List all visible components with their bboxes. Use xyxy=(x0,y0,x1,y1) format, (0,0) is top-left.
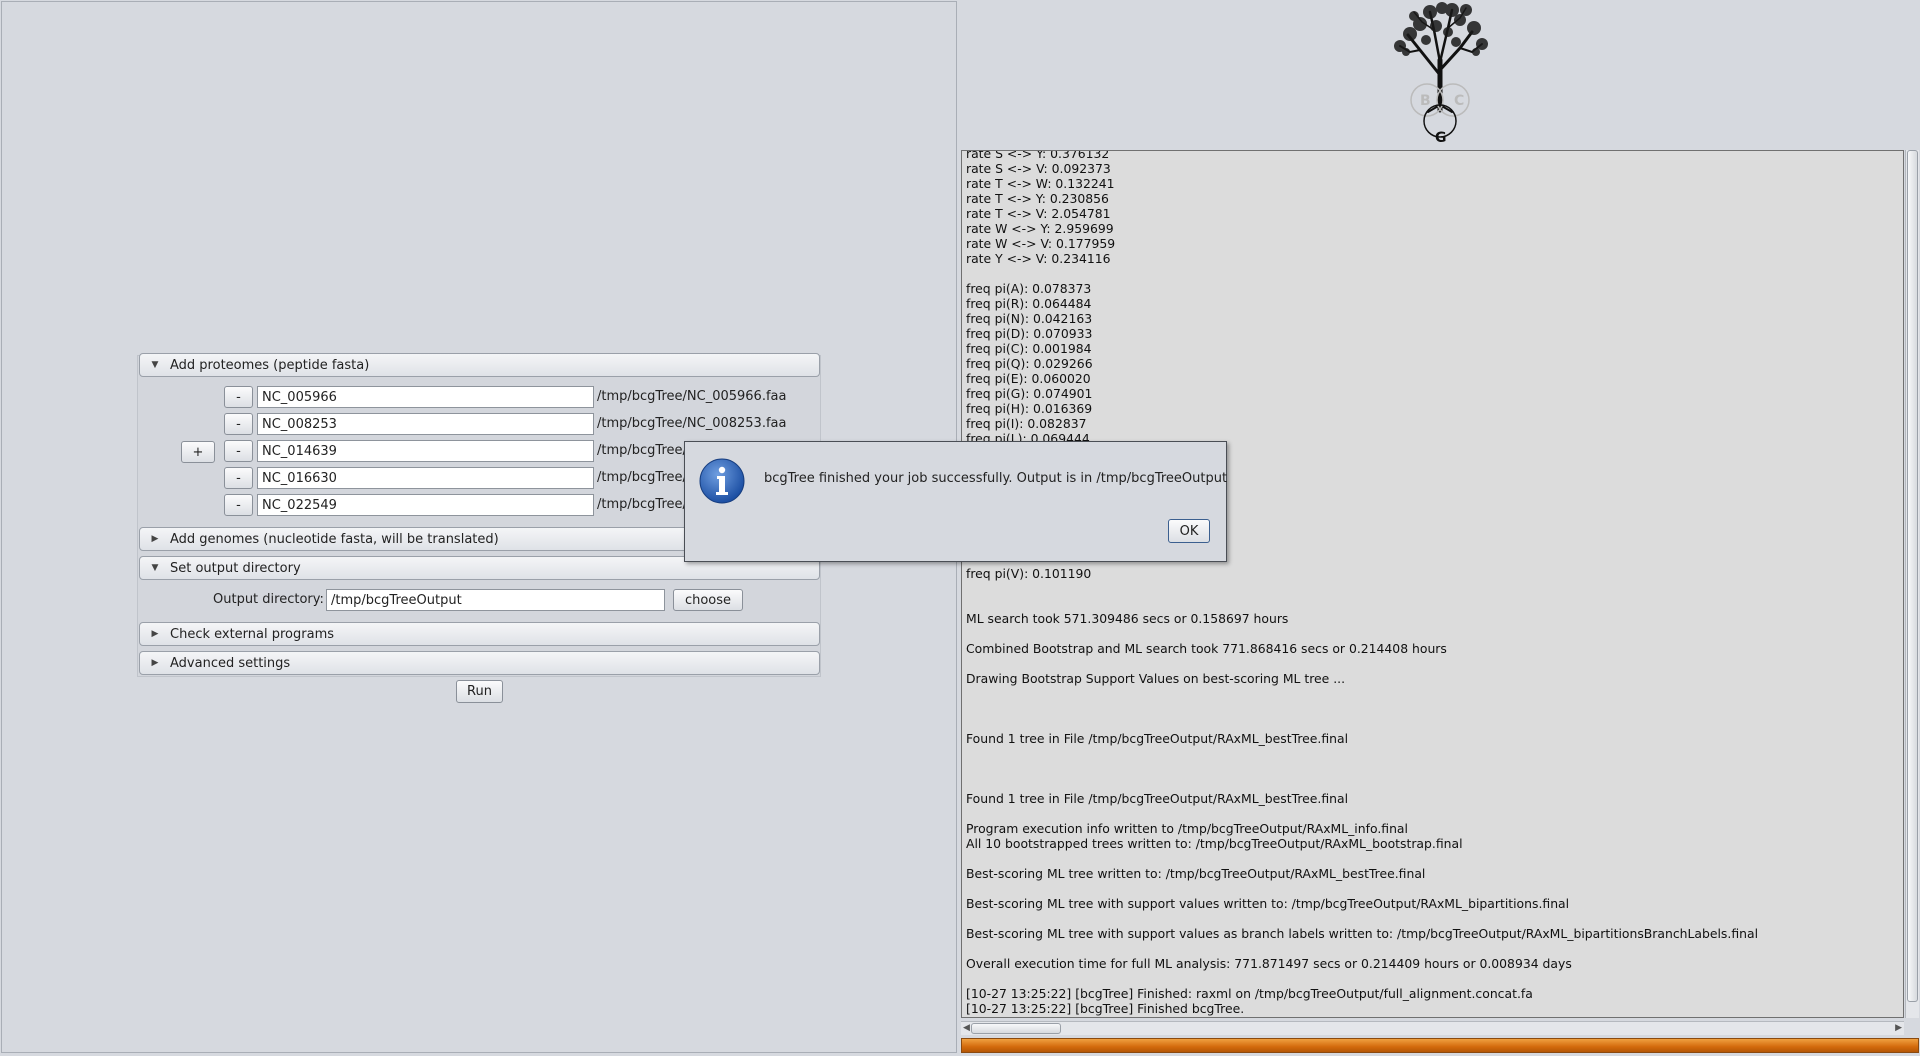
expanded-arrow-icon: ▼ xyxy=(151,360,159,370)
collapsed-arrow-icon: ▶ xyxy=(151,658,159,668)
horizontal-scroll-thumb[interactable] xyxy=(971,1023,1061,1034)
proteome-name-field[interactable] xyxy=(257,413,594,435)
dialog-message: bcgTree finished your job successfully. … xyxy=(764,471,1228,486)
advanced-settings-section-header[interactable]: ▶ Advanced settings xyxy=(139,651,820,675)
info-icon xyxy=(699,458,745,504)
proteome-name-field[interactable] xyxy=(257,467,594,489)
logo-letter-b: B xyxy=(1420,93,1431,109)
ok-button[interactable]: OK xyxy=(1168,519,1210,543)
vertical-scroll-thumb[interactable] xyxy=(1907,150,1918,1002)
proteome-path: /tmp/bcgTree/NC_008253.faa xyxy=(597,416,787,431)
proteome-name-field[interactable] xyxy=(257,386,594,408)
external-programs-section-title: Check external programs xyxy=(170,626,335,642)
remove-proteome-button[interactable]: - xyxy=(224,413,253,435)
proteome-path: /tmp/bcgTree/ xyxy=(597,497,687,512)
output-section-title: Set output directory xyxy=(170,560,301,576)
proteomes-section-header[interactable]: ▼ Add proteomes (peptide fasta) xyxy=(139,353,820,377)
output-directory-field[interactable] xyxy=(326,589,665,611)
output-directory-label: Output directory: xyxy=(213,592,324,607)
scroll-right-arrow-icon[interactable]: ▶ xyxy=(1895,1022,1902,1035)
log-text: rate S <-> Y: 0.376132 rate S <-> V: 0.0… xyxy=(966,150,1759,1016)
horizontal-scrollbar[interactable]: ◀ ▶ xyxy=(961,1021,1904,1035)
add-proteome-button[interactable]: + xyxy=(181,441,215,463)
proteome-name-field[interactable] xyxy=(257,494,594,516)
run-button[interactable]: Run xyxy=(456,680,503,703)
vertical-scrollbar[interactable] xyxy=(1905,150,1919,1018)
proteome-name-field[interactable] xyxy=(257,440,594,462)
logo-letter-c: C xyxy=(1454,93,1464,109)
logo-letter-g: G xyxy=(1435,130,1447,146)
proteome-path: /tmp/bcgTree/NC_005966.faa xyxy=(597,389,787,404)
remove-proteome-button[interactable]: - xyxy=(224,386,253,408)
scroll-left-arrow-icon[interactable]: ◀ xyxy=(963,1022,970,1035)
log-output[interactable]: rate S <-> Y: 0.376132 rate S <-> V: 0.0… xyxy=(961,150,1904,1018)
progress-bar xyxy=(961,1038,1919,1053)
bcgtree-logo: B C G xyxy=(1394,2,1488,146)
proteome-path: /tmp/bcgTree/ xyxy=(597,470,687,485)
info-dialog: bcgTree finished your job successfully. … xyxy=(684,441,1227,562)
remove-proteome-button[interactable]: - xyxy=(224,467,253,489)
external-programs-section-header[interactable]: ▶ Check external programs xyxy=(139,622,820,646)
proteomes-section-title: Add proteomes (peptide fasta) xyxy=(170,357,370,373)
advanced-settings-section-title: Advanced settings xyxy=(170,655,291,671)
expanded-arrow-icon: ▼ xyxy=(151,563,159,573)
collapsed-arrow-icon: ▶ xyxy=(151,534,159,544)
remove-proteome-button[interactable]: - xyxy=(224,494,253,516)
proteome-path: /tmp/bcgTree/ xyxy=(597,443,687,458)
collapsed-arrow-icon: ▶ xyxy=(151,629,159,639)
genomes-section-title: Add genomes (nucleotide fasta, will be t… xyxy=(170,531,499,547)
remove-proteome-button[interactable]: - xyxy=(224,440,253,462)
choose-button[interactable]: choose xyxy=(673,589,743,611)
